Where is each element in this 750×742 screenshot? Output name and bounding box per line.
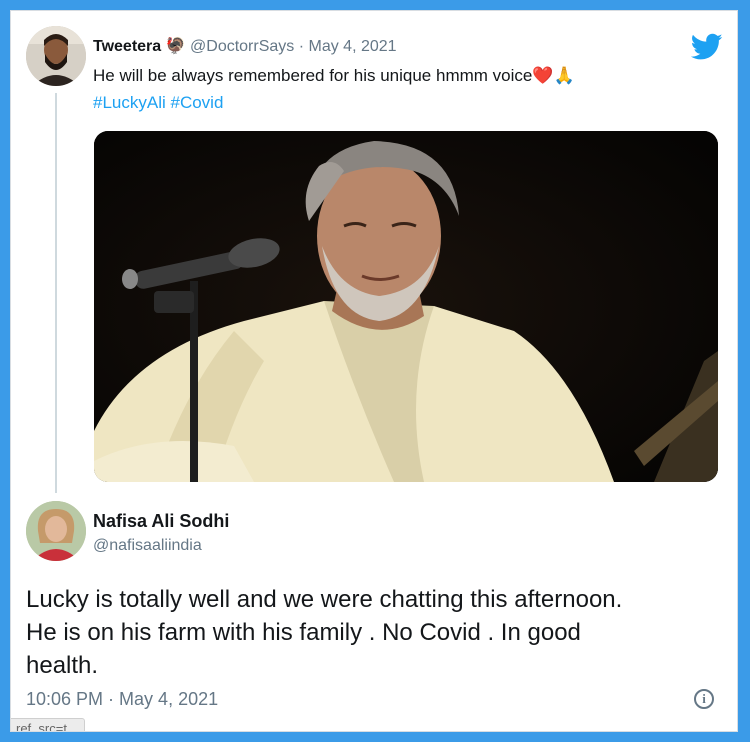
ref-src-tooltip: ref_src=t... [11, 718, 85, 731]
hashtag-luckyali[interactable]: #LuckyAli [93, 93, 166, 112]
nafisa-avatar[interactable] [26, 501, 86, 561]
tweet2-line: health. [26, 652, 99, 679]
tweet1-text: He will be always remembered for his uni… [93, 66, 575, 86]
tweet2-line: Lucky is totally well and we were chatti… [26, 586, 623, 613]
tweet-card: Tweetera 🦃 @DoctorrSays · May 4, 2021 He… [10, 10, 738, 732]
thread-connector-line [55, 93, 57, 493]
tweet2-timestamp[interactable]: 10:06 PM · May 4, 2021 [26, 689, 218, 710]
heart-pray-emoji: ❤️🙏 [532, 66, 575, 85]
tweet1-separator: · [294, 38, 309, 55]
tweet2-display-name[interactable]: Nafisa Ali Sodhi [93, 511, 229, 532]
tweet2-time: 10:06 PM [26, 689, 104, 709]
tweet2-handle[interactable]: @nafisaaliindia [93, 537, 202, 555]
tweet1-header: Tweetera 🦃 @DoctorrSays · May 4, 2021 [93, 36, 397, 56]
tweet2-line: He is on his farm with his family . No C… [26, 619, 581, 646]
twitter-bird-icon[interactable] [690, 33, 723, 61]
tweet1-display-name[interactable]: Tweetera [93, 38, 161, 55]
turkey-emoji: 🦃 [165, 38, 186, 55]
tweet2-date: May 4, 2021 [119, 689, 219, 709]
tweet1-body: He will be always remembered for his uni… [93, 66, 533, 85]
tweet1-hashtags: #LuckyAli #Covid [93, 93, 223, 113]
hashtag-covid[interactable]: #Covid [171, 93, 224, 112]
tweet1-date[interactable]: May 4, 2021 [309, 38, 397, 55]
tweet2-text: Lucky is totally well and we were chatti… [26, 583, 726, 682]
tweet1-handle[interactable]: @DoctorrSays [190, 38, 294, 55]
tweet2-separator: · [103, 689, 120, 709]
lucky-ali-photo[interactable] [94, 131, 718, 482]
tweetera-avatar[interactable] [26, 26, 86, 86]
info-icon[interactable]: i [694, 689, 714, 709]
